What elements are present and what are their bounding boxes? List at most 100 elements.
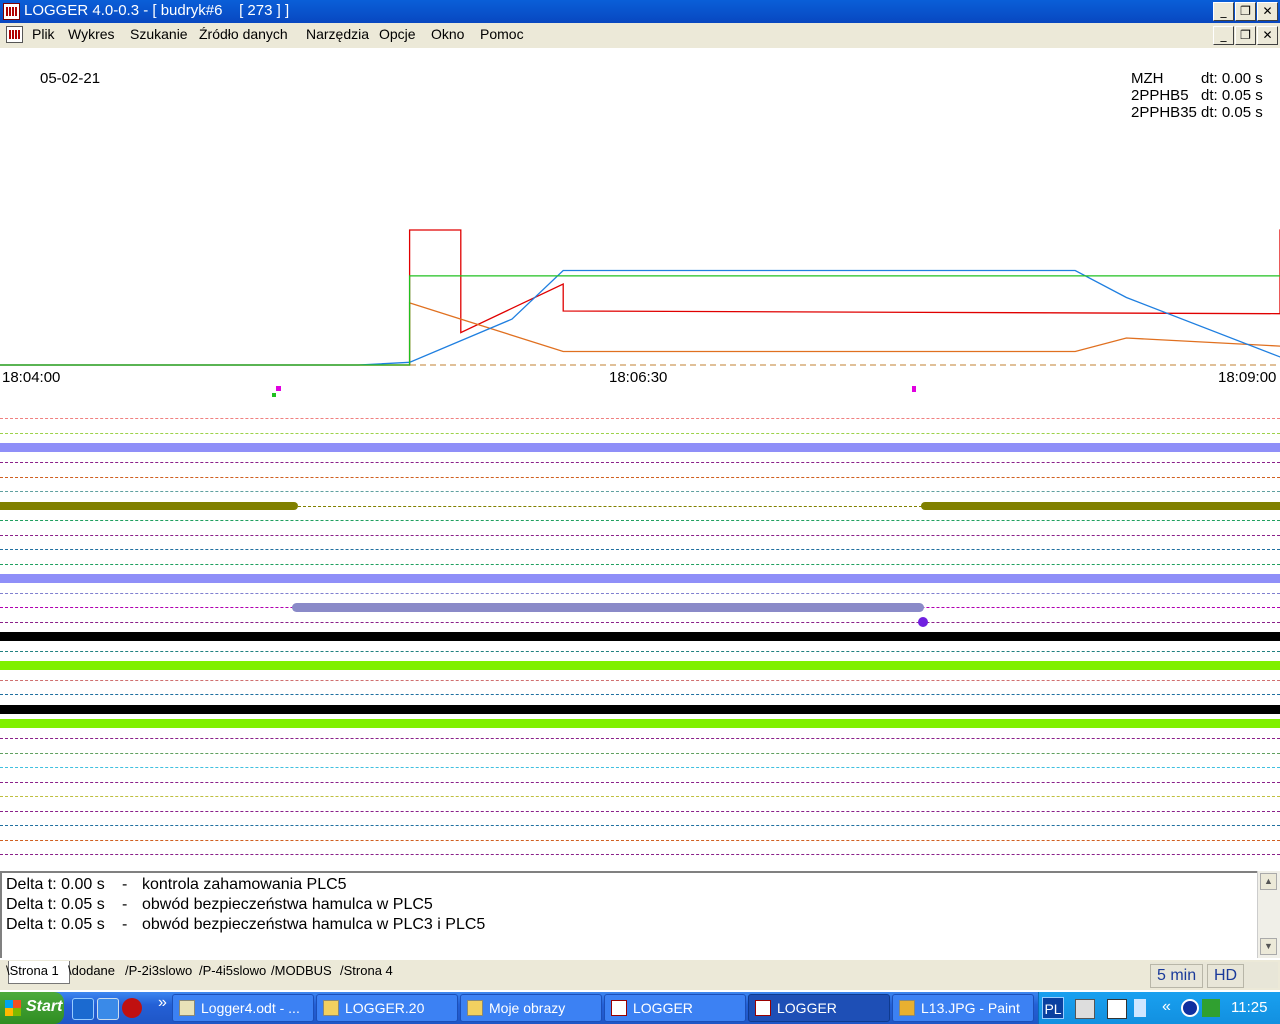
help-icon[interactable] [1107,999,1127,1019]
message-panel[interactable]: Delta t: 0.00 s - kontrola zahamowania P… [0,871,1257,958]
tab-p-2i3slowo[interactable]: /P-2i3slowo [125,963,192,978]
menu-plik[interactable]: Plik [32,26,55,42]
lane-bar [0,632,1280,641]
menu-pomoc[interactable]: Pomoc [480,26,524,42]
document-icon[interactable] [6,26,23,43]
tab-strona-4[interactable]: /Strona 4 [340,963,393,978]
lane-line [0,564,1280,565]
task-paint[interactable]: L13.JPG - Paint [892,994,1034,1022]
event-marker[interactable] [918,617,928,627]
show-desktop-icon[interactable] [72,998,94,1020]
scroll-down-icon[interactable]: ▼ [1260,938,1277,955]
lane-bar [0,502,298,510]
folder-icon [323,1000,339,1016]
task-label: LOGGER [633,1000,693,1016]
folder-icon [467,1000,483,1016]
event-marker[interactable] [276,386,281,391]
analog-chart[interactable] [0,220,1280,370]
tab-p-4i5slowo[interactable]: /P-4i5slowo [199,963,266,978]
tab-label: Strona 4 [343,963,393,978]
tab-label: MODBUS [274,963,332,978]
keyboard-icon[interactable] [1075,999,1095,1019]
time-range-button[interactable]: 5 min [1150,964,1204,988]
opera-icon[interactable] [122,998,142,1018]
doc-minimize-button[interactable]: _ [1213,26,1234,45]
menu-opcje[interactable]: Opcje [379,26,416,42]
battery-icon[interactable] [1202,999,1220,1017]
series-line-1[interactable] [0,229,1280,366]
lane-line [0,462,1280,463]
legend-entry: 2PPHB35 dt: 0.05 s [1131,104,1271,121]
task-label: LOGGER.20 [345,1000,425,1016]
legend-dt: dt: 0.05 s [1201,104,1263,121]
start-button[interactable]: Start [0,992,64,1024]
tab-label: dodane [71,963,116,978]
lane-line [0,782,1280,783]
series-line-3[interactable] [0,269,1280,366]
message-separator: - [122,876,128,893]
legend-entry: 2PPHB5 dt: 0.05 s [1131,87,1271,104]
time-label-start: 18:04:00 [2,369,61,386]
tab-strona-1[interactable]: \Strona 1 [6,963,59,978]
tab-dodane[interactable]: \dodane [68,963,115,978]
series-line-2[interactable] [0,302,1280,366]
lane-bar [0,719,1280,728]
minimize-button[interactable]: _ [1213,2,1234,21]
task-logger-active[interactable]: LOGGER [748,994,890,1022]
legend-name: 2PPHB5 [1131,87,1189,104]
menu-narzedzia[interactable]: Narzędzia [306,26,369,42]
clock: 11:25 [1231,999,1268,1016]
doc-close-button[interactable]: ✕ [1257,26,1278,45]
quicklaunch-chevron[interactable]: » [158,994,167,1012]
restore-button[interactable]: ❐ [1235,2,1256,21]
menu-wykres[interactable]: Wykres [68,26,115,42]
legend-name: 2PPHB35 [1131,104,1197,121]
tab-label: P-2i3slowo [128,963,193,978]
lane-line [0,796,1280,797]
message-text: obwód bezpieczeństwa hamulca w PLC3 i PL… [142,916,486,933]
lane-line [0,651,1280,652]
task-moje-obrazy[interactable]: Moje obrazy [460,994,602,1022]
tab-label: P-4i5slowo [202,963,267,978]
task-logger[interactable]: LOGGER [604,994,746,1022]
lane-line [0,854,1280,855]
menu-okno[interactable]: Okno [431,26,464,42]
lane-line [0,593,1280,594]
task-logger4-odt[interactable]: Logger4.odt - ... [172,994,314,1022]
status-area: 5 min HD [1150,962,1278,988]
start-label: Start [26,998,63,1015]
document-icon [179,1000,195,1016]
lane-line [0,753,1280,754]
windows-logo-icon [5,1000,21,1016]
doc-restore-button[interactable]: ❐ [1235,26,1256,45]
event-marker[interactable] [272,393,276,397]
network-icon[interactable] [1134,999,1146,1017]
chart-date: 05-02-21 [40,70,101,87]
window-title: LOGGER 4.0-0.3 - [ budryk#6 [ 273 ] ] [24,2,290,19]
internet-explorer-icon[interactable] [97,998,119,1020]
event-marker[interactable] [912,386,916,392]
lane-line [0,694,1280,695]
resolution-button[interactable]: HD [1207,964,1245,988]
language-indicator[interactable]: PL [1042,997,1064,1019]
task-label: Logger4.odt - ... [201,1000,300,1016]
vertical-scrollbar[interactable]: ▲ ▼ [1257,871,1280,958]
tab-modbus[interactable]: /MODBUS [271,963,332,978]
lane-line [0,811,1280,812]
lane-bar [921,502,1280,510]
menu-szukanie[interactable]: Szukanie [130,26,188,42]
app-icon[interactable] [3,3,20,20]
task-logger20-folder[interactable]: LOGGER.20 [316,994,458,1022]
menu-zrodlo-danych[interactable]: Źródło danych [199,26,288,42]
lane-line [0,491,1280,492]
scroll-up-icon[interactable]: ▲ [1260,873,1277,890]
lane-line [0,520,1280,521]
close-button[interactable]: ✕ [1257,2,1278,21]
lane-bar [292,603,924,612]
lane-line [0,622,1280,623]
lane-line [0,738,1280,739]
tray-chevron[interactable]: « [1162,998,1171,1016]
bluetooth-icon[interactable] [1181,999,1199,1017]
lane-bar [0,443,1280,452]
time-label-end: 18:09:00 [1218,369,1277,386]
